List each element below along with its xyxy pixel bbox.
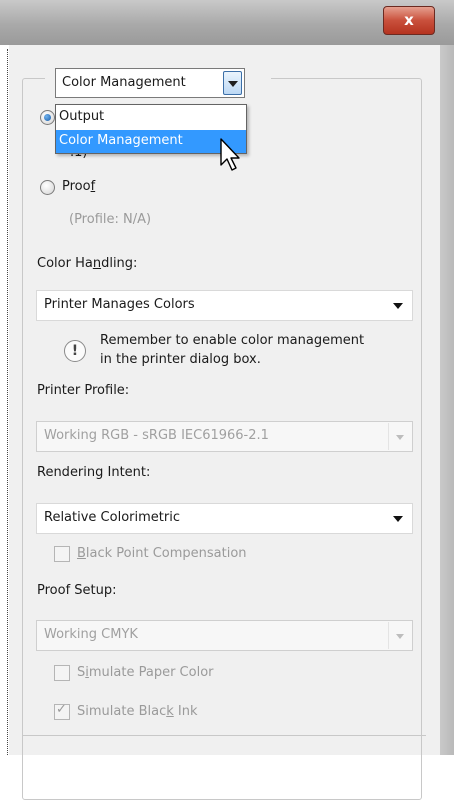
close-icon: x: [404, 11, 414, 29]
proof-radio[interactable]: [40, 180, 55, 195]
simulate-paper-color-label: Simulate Paper Color: [77, 665, 214, 680]
simulate-black-ink-label: Simulate Black Ink: [77, 704, 198, 719]
notice-line-2: in the printer dialog box.: [100, 352, 261, 367]
simulate-paper-color-checkbox[interactable]: [54, 665, 70, 681]
dropdown-option-output[interactable]: Output: [56, 106, 246, 129]
close-button[interactable]: x: [383, 6, 435, 35]
info-icon: !: [64, 340, 86, 362]
printer-profile-select[interactable]: Working RGB - sRGB IEC61966-2.1: [36, 421, 413, 452]
window-frame-right: [440, 45, 454, 755]
proof-setup-value: Working CMYK: [44, 627, 138, 642]
printer-profile-value: Working RGB - sRGB IEC61966-2.1: [44, 428, 269, 443]
proof-setup-label: Proof Setup:: [37, 583, 117, 598]
simulate-black-ink-checkbox[interactable]: ✓: [54, 702, 70, 720]
rendering-intent-label: Rendering Intent:: [37, 465, 151, 480]
chevron-down-icon[interactable]: [223, 71, 242, 95]
black-point-checkbox[interactable]: [54, 546, 70, 562]
proof-radio-label: Proof: [62, 179, 96, 194]
rendering-intent-select[interactable]: Relative Colorimetric: [36, 503, 413, 534]
rendering-intent-value: Relative Colorimetric: [44, 510, 180, 525]
notice-line-1: Remember to enable color management: [100, 333, 365, 348]
color-handling-value: Printer Manages Colors: [44, 297, 195, 312]
group-bottom-border: [22, 735, 426, 736]
print-mode-combo[interactable]: Color Management: [55, 68, 245, 98]
printer-profile-label: Printer Profile:: [37, 383, 130, 398]
chevron-down-icon: [393, 516, 403, 522]
chevron-down-icon: [393, 303, 403, 309]
chevron-down-icon: [388, 423, 411, 450]
mouse-cursor-icon: [220, 138, 240, 171]
dropdown-option-color-management[interactable]: Color Management: [56, 130, 246, 153]
chevron-down-icon: [388, 622, 411, 649]
focus-dotted-border: [7, 49, 8, 755]
proof-setup-select[interactable]: Working CMYK: [36, 620, 413, 651]
black-point-label: Black Point Compensation: [77, 546, 247, 561]
color-handling-label: Color Handling:: [37, 256, 138, 271]
document-radio[interactable]: [40, 110, 55, 125]
proof-profile-label: (Profile: N/A): [69, 212, 152, 227]
color-handling-select[interactable]: Printer Manages Colors: [36, 290, 413, 321]
print-mode-value: Color Management: [62, 75, 186, 90]
checkmark-icon: ✓: [56, 702, 67, 717]
